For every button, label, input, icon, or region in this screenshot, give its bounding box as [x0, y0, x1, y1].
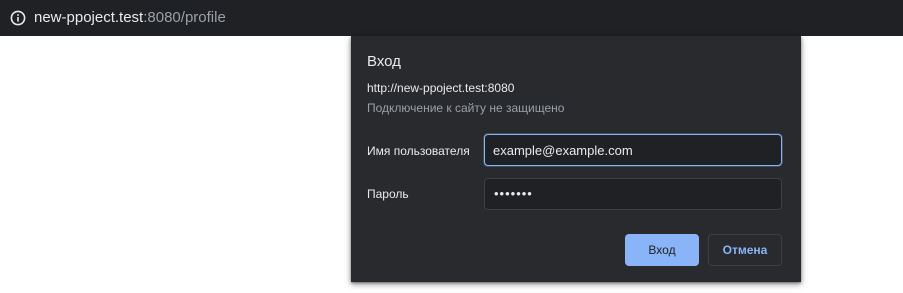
cancel-button[interactable]: Отмена	[708, 234, 782, 266]
username-input[interactable]	[484, 134, 782, 166]
login-button[interactable]: Вход	[625, 234, 699, 266]
dialog-title: Вход	[367, 53, 401, 70]
password-input[interactable]: •••••••	[484, 178, 782, 210]
username-label: Имя пользователя	[367, 144, 470, 158]
address-bar[interactable]: new-ppoject.test:8080/profile	[0, 0, 903, 36]
url-path: :8080/profile	[143, 9, 226, 26]
info-icon[interactable]	[10, 10, 26, 26]
password-label: Пароль	[367, 187, 409, 201]
site-url: http://new-ppoject.test:8080	[367, 81, 515, 95]
connection-warning: Подключение к сайту не защищено	[367, 101, 565, 115]
url-text[interactable]: new-ppoject.test:8080/profile	[34, 9, 226, 27]
password-mask: •••••••	[494, 186, 533, 201]
sign-in-dialog: Вход http://new-ppoject.test:8080 Подклю…	[351, 36, 801, 282]
url-host: new-ppoject.test	[34, 9, 144, 26]
